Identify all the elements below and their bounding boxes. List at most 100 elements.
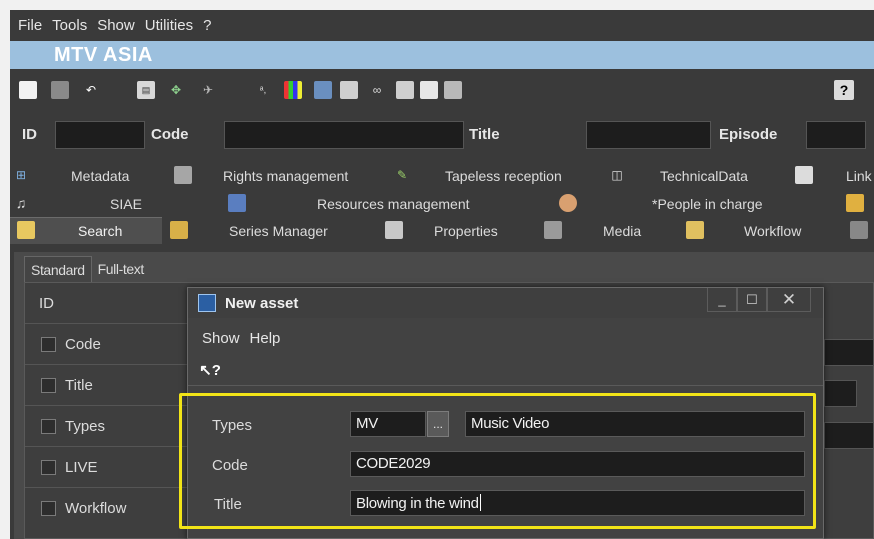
media-icon [544,221,562,239]
search-live-label: LIVE [65,459,98,476]
search-row-id: ID [25,283,205,324]
tab-rights-management[interactable]: Rights management [223,168,348,184]
types-description-field[interactable]: Music Video [465,411,805,437]
dialog-menu-help[interactable]: Help [250,330,281,347]
subtab-standard[interactable]: Standard [24,256,92,282]
text-caret [479,494,481,511]
save-icon[interactable] [51,81,69,99]
copy-icon[interactable]: ▤ [137,81,155,99]
search-types-label: Types [65,418,106,435]
search-row-live: LIVE [25,447,205,488]
new-asset-dialog: New asset _ ☐ ✕ Show Help ↖? Types MV ..… [187,287,824,539]
channel-banner: MTV ASIA [10,41,874,69]
tapeless-icon: ✎ [396,168,408,182]
new-asset-window-icon [198,294,216,312]
maximize-button[interactable]: ☐ [737,288,767,312]
binoculars-icon[interactable]: ∞ [368,81,386,99]
grid-icon [850,221,868,239]
tab-row-1: ⊞ Metadata Rights management ✎ Tapeless … [10,162,874,189]
live-checkbox[interactable] [41,460,56,475]
minimize-button[interactable]: _ [707,288,737,312]
background-code-field[interactable] [824,339,874,366]
tab-media[interactable]: Media [603,223,641,239]
code-field[interactable]: CODE2029 [350,451,805,477]
tab-series-manager[interactable]: Series Manager [229,223,328,239]
code-label-dialog: Code [212,457,248,474]
window-buttons: _ ☐ ✕ [707,288,811,312]
dialog-title-bar[interactable]: New asset _ ☐ ✕ [188,288,823,318]
whats-this-help-icon[interactable]: ↖? [198,358,222,382]
menu-show[interactable]: Show [97,17,135,34]
network-icon[interactable]: ✥ [167,81,185,99]
episode-input[interactable] [806,121,866,149]
tab-siae[interactable]: SIAE [110,196,142,212]
undo-icon[interactable]: ↶ [82,81,100,99]
dialog-menu-show[interactable]: Show [202,330,240,347]
code-input[interactable] [224,121,464,149]
copy-pages-icon[interactable] [340,81,358,99]
properties-icon [385,221,403,239]
search-subtabs: Standard Full-text [24,256,150,282]
title-checkbox[interactable] [41,378,56,393]
tab-link[interactable]: Link [846,168,872,184]
tab-technicaldata[interactable]: TechnicalData [660,168,748,184]
id-input[interactable] [55,121,145,149]
application-window: File Tools Show Utilities ? MTV ASIA ↶ ▤… [10,10,874,539]
find-document-icon[interactable] [420,81,438,99]
tab-people-in-charge[interactable]: *People in charge [652,196,763,212]
code-label: Code [151,126,189,143]
background-title-field[interactable] [824,380,857,407]
film-strip-icon[interactable] [314,81,332,99]
title-input[interactable] [586,121,711,149]
series-icon [170,221,188,239]
tab-workflow[interactable]: Workflow [744,223,801,239]
subtab-full-text[interactable]: Full-text [92,256,150,282]
dialog-menu-bar: Show Help [202,330,290,347]
search-id-label: ID [39,295,54,312]
menu-help[interactable]: ? [203,17,211,34]
folder-icon [846,194,864,212]
tab-properties[interactable]: Properties [434,223,498,239]
menu-utilities[interactable]: Utilities [145,17,193,34]
search-row-code: Code [25,324,205,365]
workflow-checkbox[interactable] [41,501,56,516]
dialog-title: New asset [225,295,299,312]
document-stack-icon[interactable] [444,81,462,99]
technical-icon: ◫ [611,168,623,182]
id-label: ID [22,126,37,143]
menu-file[interactable]: File [18,17,42,34]
search-row-workflow: Workflow [25,488,205,529]
tab-row-2: ♫ SIAE Resources management *People in c… [10,190,874,217]
tab-tapeless-reception[interactable]: Tapeless reception [445,168,562,184]
title-field-value: Blowing in the wind [356,495,479,512]
satellite-icon[interactable]: ✈ [199,81,217,99]
new-document-icon[interactable] [19,81,37,99]
code-checkbox[interactable] [41,337,56,352]
color-bars-icon[interactable] [284,81,302,99]
types-browse-button[interactable]: ... [427,411,449,437]
search-icon [17,221,35,239]
types-checkbox[interactable] [41,419,56,434]
context-help-icon[interactable]: ? [834,80,854,100]
tab-search[interactable]: Search [78,223,122,239]
metadata-icon: ⊞ [15,168,27,182]
menu-tools[interactable]: Tools [52,17,87,34]
search-code-label: Code [65,336,101,353]
text-style-icon[interactable]: ᵃ, [254,81,272,99]
copy-pages-alt-icon[interactable] [396,81,414,99]
close-button[interactable]: ✕ [767,288,811,312]
tab-metadata[interactable]: Metadata [71,168,129,184]
resources-icon [228,194,246,212]
title-label: Title [469,126,500,143]
whats-this-help-label: ? [211,361,221,379]
dialog-separator [188,385,823,386]
types-label: Types [212,417,253,434]
title-label-dialog: Title [214,496,242,513]
workflow-icon [686,221,704,239]
tab-resources-management[interactable]: Resources management [317,196,470,212]
types-code-field[interactable]: MV [350,411,426,437]
episode-label: Episode [719,126,778,143]
title-field[interactable]: Blowing in the wind [350,490,805,516]
people-icon [559,194,577,212]
background-types-field[interactable] [824,422,874,449]
